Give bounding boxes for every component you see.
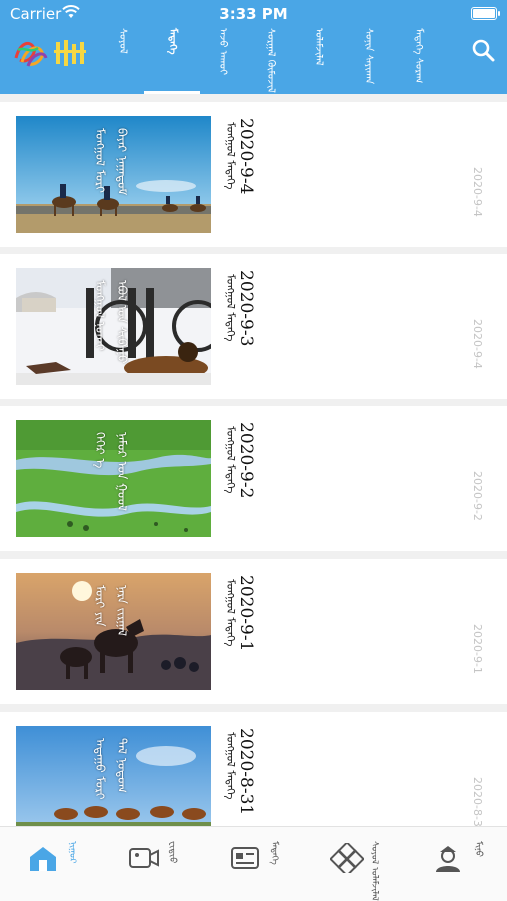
article-list[interactable]: ᠮᠣᠩᠭᠣᠯ ᠮᠣᠷᠢ ᠪᠠᠶᠠᠷ ᠨᠠᠭᠠᠳᠤᠮ 2020-9-4 ᠮᠣᠩᠭᠣ… (0, 100, 507, 826)
video-icon (129, 848, 159, 868)
app-header: Carrier 3:33 PM ᠰᠣᠶᠣᠯ ᠮᠡᠳᠡᠭᠡ ᠠᠵᠤ ᠠᠬᠤᠢ ᠰᠤ… (0, 0, 507, 94)
user-icon (436, 846, 460, 872)
article-card[interactable]: ᠮᠣᠩᠭᠣᠯ ᠨᠣᠬᠠᠢ ᠡᠪᠦᠯ ᠤᠨ ᠰᠢᠪᠠᠭᠤ 2020-9-3 ᠮᠣᠩ… (0, 254, 507, 399)
article-thumbnail[interactable]: ᠮᠣᠷᠢ ᠶᠢᠨ ᠨᠠᠷᠠ ᠵᠢᠷᠭᠠᠯ (16, 573, 211, 690)
bottom-tab-bar: ᠨᠢᠭᠤᠷ ᠸᠢᠳᠢᠤ ᠮᠡᠳᠡᠭᠡ ᠰᠣᠶᠣᠯ ᠤᠯᠠᠮᠵᠢᠯᠠᠯ ᠮᠢᠨᠤ (0, 826, 507, 901)
clock: 3:33 PM (219, 5, 288, 23)
tab-4[interactable]: ᠤᠯᠠᠮᠵᠢᠯᠠᠯ (296, 26, 340, 94)
tab-1[interactable]: ᠮᠡᠳᠡᠭᠡ (144, 26, 200, 94)
tabbar-profile[interactable]: ᠮᠢᠨᠤ (434, 839, 507, 885)
article-date: 2020-9-2 (471, 471, 484, 521)
tab-5[interactable]: ᠰᠣᠨᠢᠨ ᠰᠠᠶᠢᠬᠠᠨ (346, 26, 390, 94)
article-source: ᠮᠣᠩᠭᠣᠯ ᠮᠡᠳᠡᠭᠡ (224, 732, 237, 800)
article-source: ᠮᠣᠩᠭᠣᠯ ᠮᠡᠳᠡᠭᠡ (224, 579, 237, 647)
article-date: 2020-9-1 (471, 624, 484, 674)
article-date: 2020-9-4 (471, 319, 484, 369)
app-logo[interactable] (12, 36, 90, 70)
article-card[interactable]: ᠠᠳᠠᠭᠤ ᠮᠣᠷᠢ ᠲᠠᠯ ᠨᠤᠲᠤᠭ 2020-8-31 ᠮᠣᠩᠭᠣᠯ ᠮᠡ… (0, 712, 507, 826)
category-tabs: ᠰᠣᠶᠣᠯ ᠮᠡᠳᠡᠭᠡ ᠠᠵᠤ ᠠᠬᠤᠢ ᠰᠤᠷᠭᠠᠯ ᠬᠦᠮᠦᠵᠢᠯ ᠤᠯᠠ… (100, 26, 450, 94)
status-bar: Carrier 3:33 PM (0, 0, 507, 26)
article-source: ᠮᠣᠩᠭᠣᠯ ᠮᠡᠳᠡᠭᠡ (224, 426, 237, 494)
article-card[interactable]: ᠮᠣᠩᠭᠣᠯ ᠮᠣᠷᠢ ᠪᠠᠶᠠᠷ ᠨᠠᠭᠠᠳᠤᠮ 2020-9-4 ᠮᠣᠩᠭᠣ… (0, 102, 507, 247)
tab-0[interactable]: ᠰᠣᠶᠣᠯ (100, 26, 144, 94)
home-icon (30, 847, 56, 871)
tab-2[interactable]: ᠠᠵᠤ ᠠᠬᠤᠢ (200, 26, 244, 94)
article-card[interactable]: ᠮᠣᠷᠢ ᠶᠢᠨ ᠨᠠᠷᠠ ᠵᠢᠷᠭᠠᠯ 2020-9-1 ᠮᠣᠩᠭᠣᠯ ᠮᠡᠳ… (0, 559, 507, 704)
article-thumbnail[interactable]: ᠮᠣᠩᠭᠣᠯ ᠮᠣᠷᠢ ᠪᠠᠶᠠᠷ ᠨᠠᠭᠠᠳᠤᠮ (16, 116, 211, 233)
tabbar-news[interactable]: ᠮᠡᠳᠡᠭᠡ (230, 839, 310, 885)
article-thumbnail[interactable]: ᠬᠡᠭᠡᠷ ᠡ ᠨᠠᠮᠤᠷ ᠤᠨ ᠭᠣᠣᠯ (16, 420, 211, 537)
tab-6[interactable]: ᠮᠡᠳᠡᠭᠡ ᠰᠤᠷᠠᠭ (396, 26, 440, 94)
article-card[interactable]: ᠬᠡᠭᠡᠷ ᠡ ᠨᠠᠮᠤᠷ ᠤᠨ ᠭᠣᠣᠯ 2020-9-2 ᠮᠣᠩᠭᠣᠯ ᠮᠡ… (0, 406, 507, 551)
news-card-icon (231, 847, 259, 869)
article-thumbnail[interactable]: ᠮᠣᠩᠭᠣᠯ ᠨᠣᠬᠠᠢ ᠡᠪᠦᠯ ᠤᠨ ᠰᠢᠪᠠᠭᠤ (16, 268, 211, 385)
tab-3[interactable]: ᠰᠤᠷᠭᠠᠯ ᠬᠦᠮᠦᠵᠢᠯ (248, 26, 292, 94)
knot-icon (330, 843, 364, 873)
article-date: 2020-9-4 (471, 167, 484, 217)
article-date: 2020-8-31 (471, 777, 484, 826)
tabbar-video[interactable]: ᠸᠢᠳᠢᠤ (128, 839, 208, 885)
search-icon[interactable] (471, 38, 495, 62)
article-thumbnail[interactable]: ᠠᠳᠠᠭᠤ ᠮᠣᠷᠢ ᠲᠠᠯ ᠨᠤᠲᠤᠭ (16, 726, 211, 826)
article-source: ᠮᠣᠩᠭᠣᠯ ᠮᠡᠳᠡᠭᠡ (224, 274, 237, 342)
tabbar-culture[interactable]: ᠰᠣᠶᠣᠯ ᠤᠯᠠᠮᠵᠢᠯᠠᠯ (330, 839, 410, 901)
article-source: ᠮᠣᠩᠭᠣᠯ ᠮᠡᠳᠡᠭᠡ (224, 122, 237, 190)
battery-icon (471, 7, 500, 20)
tabbar-home[interactable]: ᠨᠢᠭᠤᠷ (28, 839, 108, 885)
